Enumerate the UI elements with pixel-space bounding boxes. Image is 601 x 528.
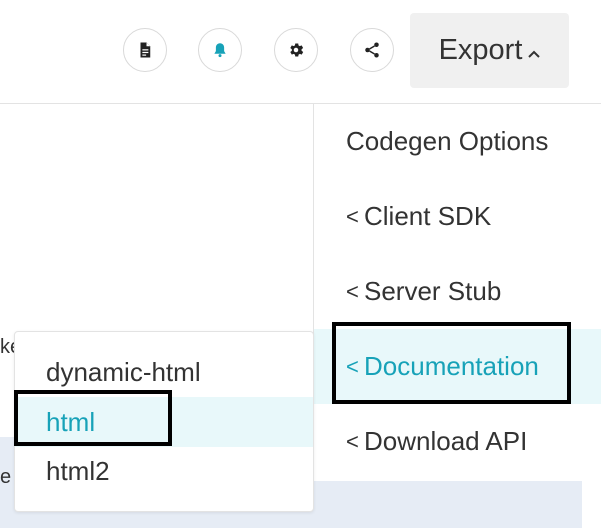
share-icon (363, 41, 381, 59)
share-button[interactable] (350, 28, 394, 72)
submenu-item-html2[interactable]: html2 (15, 446, 313, 496)
menu-item-download-api[interactable]: < Download API (314, 404, 601, 479)
gear-icon (287, 41, 305, 59)
menu-item-client-sdk[interactable]: < Client SDK (314, 179, 601, 254)
menu-item-label: Download API (364, 426, 528, 456)
export-button[interactable]: Export (410, 13, 569, 88)
menu-item-label: Documentation (364, 351, 539, 381)
document-button[interactable] (123, 28, 167, 72)
top-toolbar: Export (0, 0, 601, 103)
codegen-options-header: Codegen Options (346, 126, 549, 156)
export-dropdown-menu: Codegen Options < Client SDK < Server St… (313, 104, 601, 481)
menu-item-label: Server Stub (364, 276, 502, 306)
submenu-item-dynamic-html[interactable]: dynamic-html (15, 347, 313, 397)
menu-item-label: Client SDK (364, 201, 492, 231)
submenu-item-html[interactable]: html (15, 397, 313, 447)
chevron-up-icon (528, 45, 541, 63)
settings-button[interactable] (274, 28, 318, 72)
document-icon (136, 41, 154, 59)
chevron-left-icon: < (346, 428, 359, 454)
menu-item-server-stub[interactable]: < Server Stub (314, 254, 601, 329)
menu-item-documentation[interactable]: < Documentation (314, 329, 601, 404)
bell-icon (211, 41, 229, 59)
documentation-submenu: dynamic-html html html2 (14, 331, 314, 512)
export-label: Export (438, 34, 523, 66)
notifications-button[interactable] (198, 28, 242, 72)
chevron-left-icon: < (346, 278, 359, 304)
chevron-left-icon: < (346, 353, 359, 379)
chevron-left-icon: < (346, 203, 359, 229)
